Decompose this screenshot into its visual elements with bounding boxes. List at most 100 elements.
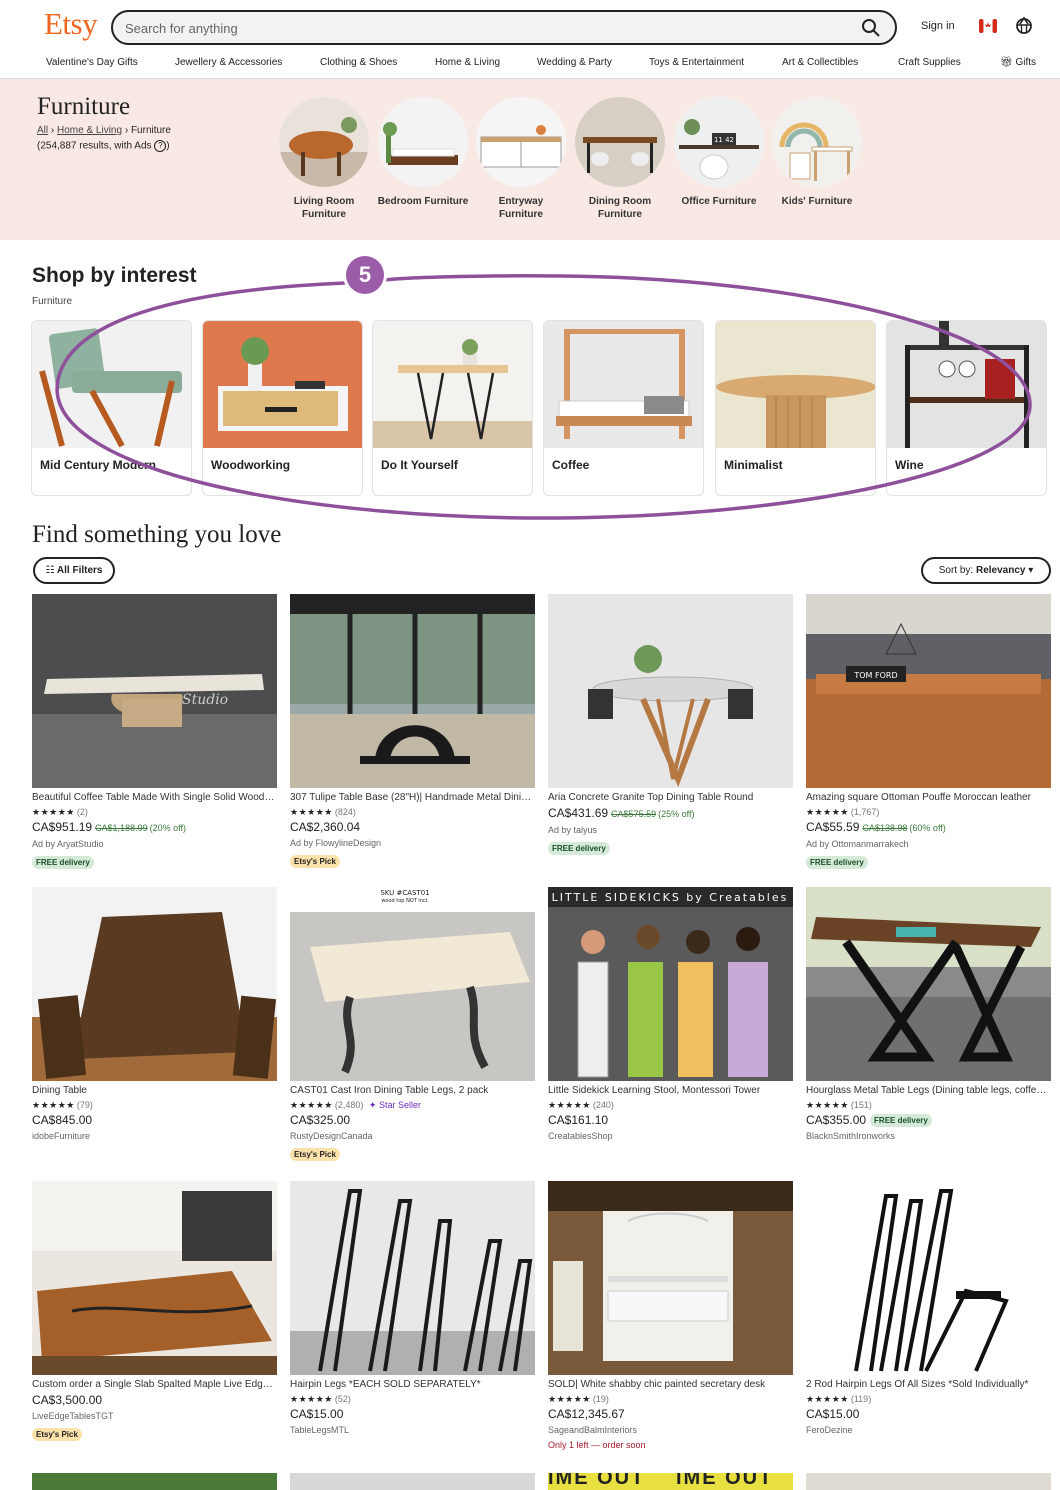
breadcrumb: All › Home & Living › Furniture xyxy=(37,125,171,136)
sign-in-link[interactable]: Sign in xyxy=(921,20,955,32)
product-card[interactable]: 2 Rod Hairpin Legs Of All Sizes *Sold In… xyxy=(806,1181,1051,1438)
nav-item-toys[interactable]: Toys & Entertainment xyxy=(649,57,744,68)
product-card[interactable]: Hourglass Metal Table Legs (Dining table… xyxy=(806,887,1051,1144)
nav-item-craft[interactable]: Craft Supplies xyxy=(898,57,961,68)
interest-card-wine[interactable]: Wine xyxy=(886,320,1047,496)
product-card[interactable]: SOLD| White shabby chic painted secretar… xyxy=(548,1181,793,1450)
low-stock-notice: Only 1 left — order soon xyxy=(548,1440,646,1450)
canada-flag-icon[interactable] xyxy=(979,19,997,33)
svg-text:LITTLE SIDEKICKS by Creatables: LITTLE SIDEKICKS by Creatables xyxy=(552,891,789,904)
breadcrumb-home-living[interactable]: Home & Living xyxy=(57,125,122,136)
gift-icon: 🎁︎ xyxy=(1000,57,1013,68)
subcategory-image xyxy=(772,97,862,187)
product-image[interactable] xyxy=(806,887,1051,1081)
product-card[interactable]: LITTLE SIDEKICKS by Creatables Little Si… xyxy=(548,887,793,1144)
subcategory-image: 11 42 xyxy=(674,97,764,187)
subcategory-entryway[interactable]: Entryway Furniture xyxy=(471,97,571,221)
nav-item-wedding[interactable]: Wedding & Party xyxy=(537,57,612,68)
subcategory-kids[interactable]: Kids' Furniture xyxy=(767,97,867,208)
product-image[interactable]: LITTLE SIDEKICKS by Creatables xyxy=(548,887,793,1081)
category-nav: Valentine's Day Gifts Jewellery & Access… xyxy=(0,52,1060,79)
interest-card-diy[interactable]: Do It Yourself xyxy=(372,320,533,496)
product-image[interactable] xyxy=(806,1181,1051,1375)
filter-icon: ☷ xyxy=(45,565,55,576)
rating-stars: ★★★★★ xyxy=(806,807,849,817)
breadcrumb-current: Furniture xyxy=(130,125,171,136)
subcategory-dining-room[interactable]: Dining Room Furniture xyxy=(570,97,670,221)
product-card[interactable]: 307 Tulipe Table Base (28"H)| Handmade M… xyxy=(290,594,535,869)
product-image[interactable] xyxy=(32,1181,277,1375)
rating-stars: ★★★★★ xyxy=(548,1100,591,1110)
breadcrumb-all[interactable]: All xyxy=(37,125,48,136)
listing-title: Find something you love xyxy=(32,521,282,548)
svg-text:11 42: 11 42 xyxy=(714,136,734,144)
nav-item-home-living[interactable]: Home & Living xyxy=(435,57,500,68)
product-image[interactable] xyxy=(548,1181,793,1375)
caret-down-icon: ▾ xyxy=(1028,565,1034,576)
product-image[interactable]: TOM FORD xyxy=(806,594,1051,788)
rating-stars: ★★★★★ xyxy=(32,1100,75,1110)
search-input[interactable] xyxy=(125,18,845,38)
star-seller-badge: ✦ Star Seller xyxy=(368,1100,421,1110)
nav-item-clothing[interactable]: Clothing & Shoes xyxy=(320,57,397,68)
product-image[interactable] xyxy=(806,1473,1051,1490)
subcategory-office[interactable]: 11 42 Office Furniture xyxy=(669,97,769,208)
interest-image xyxy=(716,321,875,448)
product-card[interactable]: Dining Table ★★★★★ (79) CA$845.00 idobeFu… xyxy=(32,887,277,1144)
results-count: (254,887 results, with Ads ?) xyxy=(37,140,170,152)
etsys-pick-badge: Etsy's Pick xyxy=(290,1148,340,1161)
product-card[interactable]: Studio Beautiful Coffee Table Made With … xyxy=(32,594,277,870)
product-image[interactable] xyxy=(32,1473,277,1490)
svg-text:TOM FORD: TOM FORD xyxy=(853,671,897,680)
subcategory-living-room[interactable]: Living Room Furniture xyxy=(274,97,374,221)
sort-dropdown[interactable]: Sort by: Relevancy ▾ xyxy=(921,557,1051,584)
product-card[interactable]: SKU #CAST01 wood top NOT incl. CAST01 Cas… xyxy=(290,887,535,1162)
rating-stars: ★★★★★ xyxy=(290,1394,333,1404)
search-icon[interactable] xyxy=(861,18,881,38)
nav-item-valentines[interactable]: Valentine's Day Gifts xyxy=(46,57,138,68)
product-image[interactable] xyxy=(32,887,277,1081)
interest-image xyxy=(544,321,703,448)
search-bar[interactable] xyxy=(111,10,897,45)
subcategory-image xyxy=(476,97,566,187)
subcategory-image xyxy=(378,97,468,187)
product-image[interactable] xyxy=(290,1181,535,1375)
product-card[interactable]: Hairpin Legs *EACH SOLD SEPARATELY* ★★★★… xyxy=(290,1181,535,1438)
product-image[interactable] xyxy=(290,594,535,788)
svg-text:wood top NOT incl.: wood top NOT incl. xyxy=(381,898,429,904)
product-card[interactable]: Aria Concrete Granite Top Dining Table R… xyxy=(548,594,793,856)
rating-stars: ★★★★★ xyxy=(290,1100,333,1110)
product-image[interactable] xyxy=(290,1473,535,1490)
free-delivery-badge: FREE delivery xyxy=(32,856,94,869)
interest-card-minimalist[interactable]: Minimalist xyxy=(715,320,876,496)
nav-item-gifts[interactable]: 🎁︎ Gifts xyxy=(1000,57,1036,68)
rating-stars: ★★★★★ xyxy=(32,807,75,817)
annotation-badge: 5 xyxy=(346,256,384,294)
nav-item-jewellery[interactable]: Jewellery & Accessories xyxy=(175,57,282,68)
etsys-pick-badge: Etsy's Pick xyxy=(290,855,340,868)
basket-icon[interactable] xyxy=(1015,16,1033,34)
rating-stars: ★★★★★ xyxy=(806,1394,849,1404)
product-image[interactable]: Studio xyxy=(32,594,277,788)
shop-by-interest-title: Shop by interest xyxy=(32,264,197,287)
product-card[interactable]: TOM FORD Amazing square Ottoman Pouffe M… xyxy=(806,594,1051,870)
interest-card-woodworking[interactable]: Woodworking xyxy=(202,320,363,496)
product-card[interactable]: Custom order a Single Slab Spalted Maple… xyxy=(32,1181,277,1442)
interest-card-coffee[interactable]: Coffee xyxy=(543,320,704,496)
all-filters-button[interactable]: ☷ All Filters xyxy=(33,557,115,584)
etsy-logo[interactable]: Etsy xyxy=(44,6,98,42)
category-banner: Furniture All › Home & Living › Furnitur… xyxy=(0,79,1060,240)
rating-stars: ★★★★★ xyxy=(290,807,333,817)
product-image[interactable]: SKU #CAST01 wood top NOT incl. xyxy=(290,887,535,1081)
subcategory-bedroom[interactable]: Bedroom Furniture xyxy=(373,97,473,208)
product-image[interactable] xyxy=(548,594,793,788)
nav-item-art[interactable]: Art & Collectibles xyxy=(782,57,858,68)
help-icon[interactable]: ? xyxy=(154,140,167,152)
interest-card-mid-century[interactable]: Mid Century Modern xyxy=(31,320,192,496)
interest-image xyxy=(203,321,362,448)
interest-image xyxy=(373,321,532,448)
interest-image xyxy=(887,321,1046,448)
interest-image xyxy=(32,321,191,448)
product-image[interactable]: IME OUT IME OUT xyxy=(548,1473,793,1490)
top-header: Etsy Sign in xyxy=(0,0,1060,52)
